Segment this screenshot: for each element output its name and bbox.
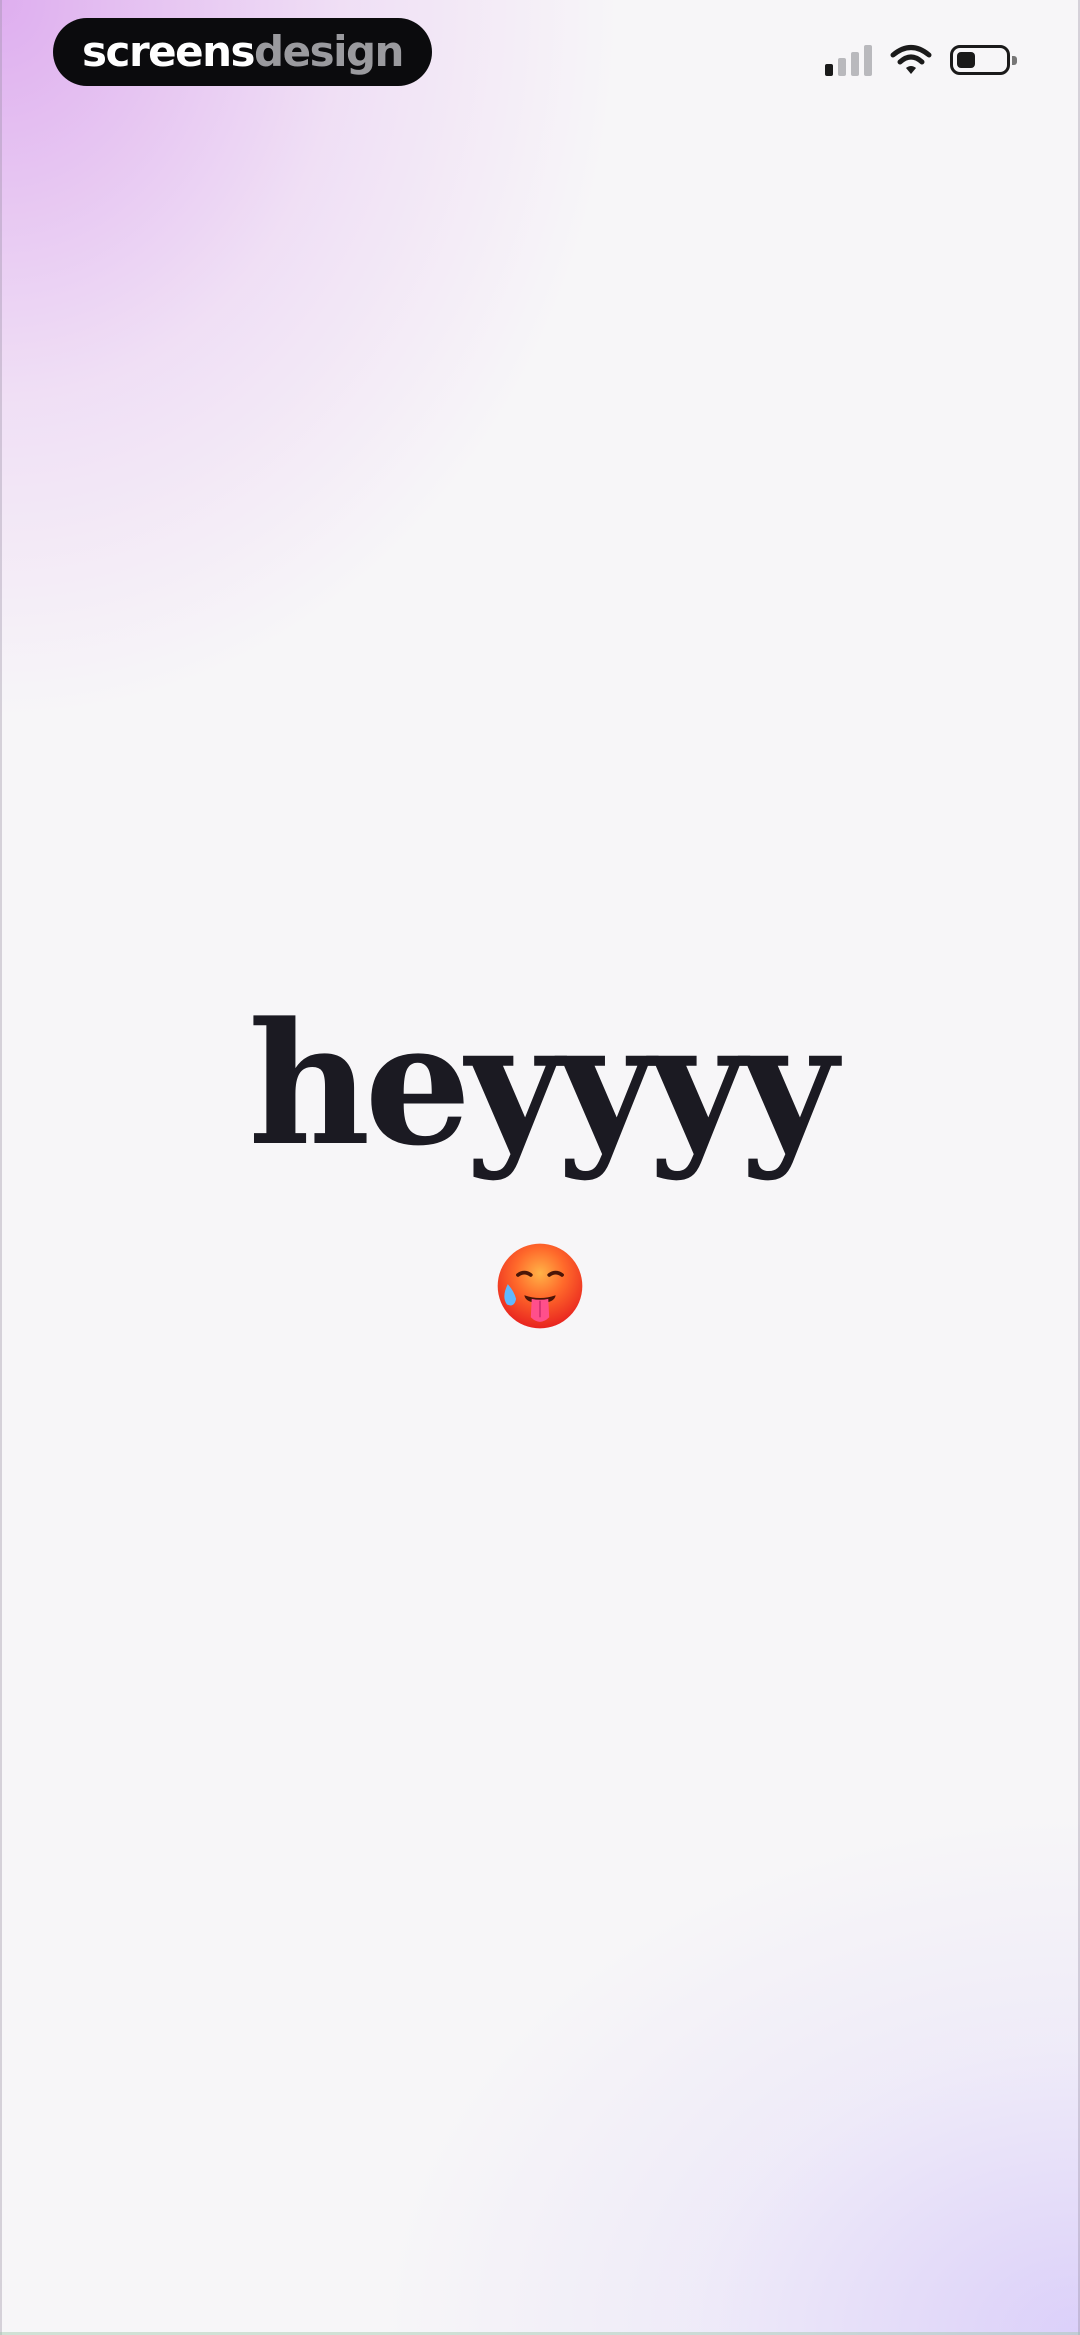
cellular-signal-icon [825, 44, 872, 76]
wifi-icon [890, 45, 932, 74]
signal-bar [851, 52, 859, 76]
signal-bar [825, 64, 833, 76]
brand-watermark: screens design [53, 18, 432, 86]
battery-level [957, 52, 975, 68]
battery-icon [950, 45, 1017, 75]
status-bar-icons [825, 40, 1017, 80]
greeting-heading: heyyyy [248, 985, 838, 1183]
brand-text-secondary: design [254, 27, 404, 76]
hot-face-icon [497, 1243, 583, 1329]
signal-bar [864, 45, 872, 76]
brand-text-primary: screens [82, 27, 255, 76]
battery-terminal [1012, 56, 1017, 65]
signal-bar [838, 58, 846, 76]
